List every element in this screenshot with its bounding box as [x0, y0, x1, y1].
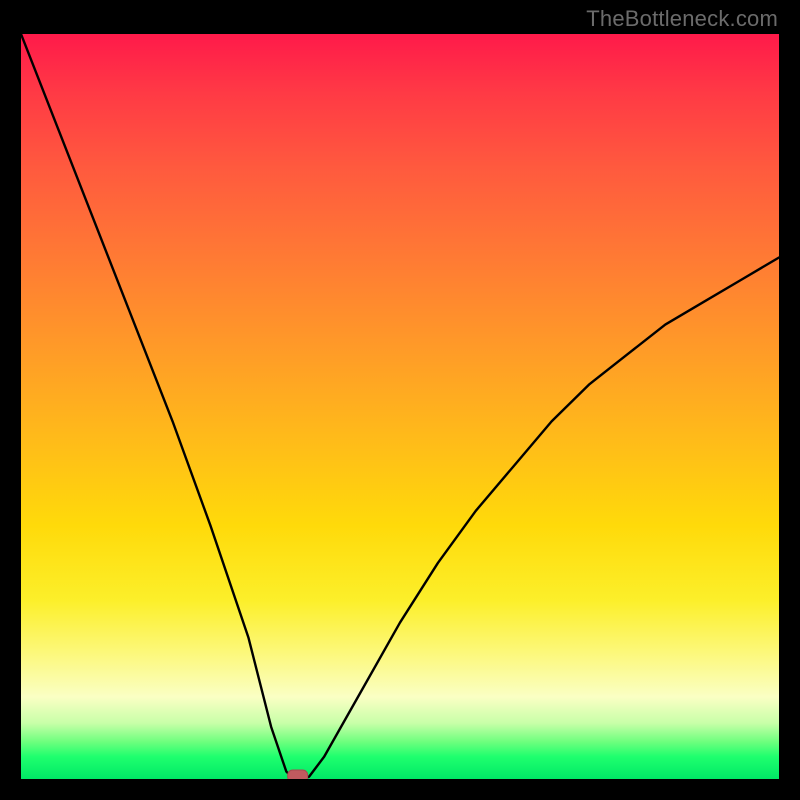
optimal-point-marker: [288, 770, 308, 779]
plot-area: [21, 34, 779, 779]
chart-frame: TheBottleneck.com: [0, 0, 800, 800]
chart-svg: [21, 34, 779, 779]
watermark-text: TheBottleneck.com: [586, 6, 778, 32]
bottleneck-curve: [21, 34, 779, 779]
